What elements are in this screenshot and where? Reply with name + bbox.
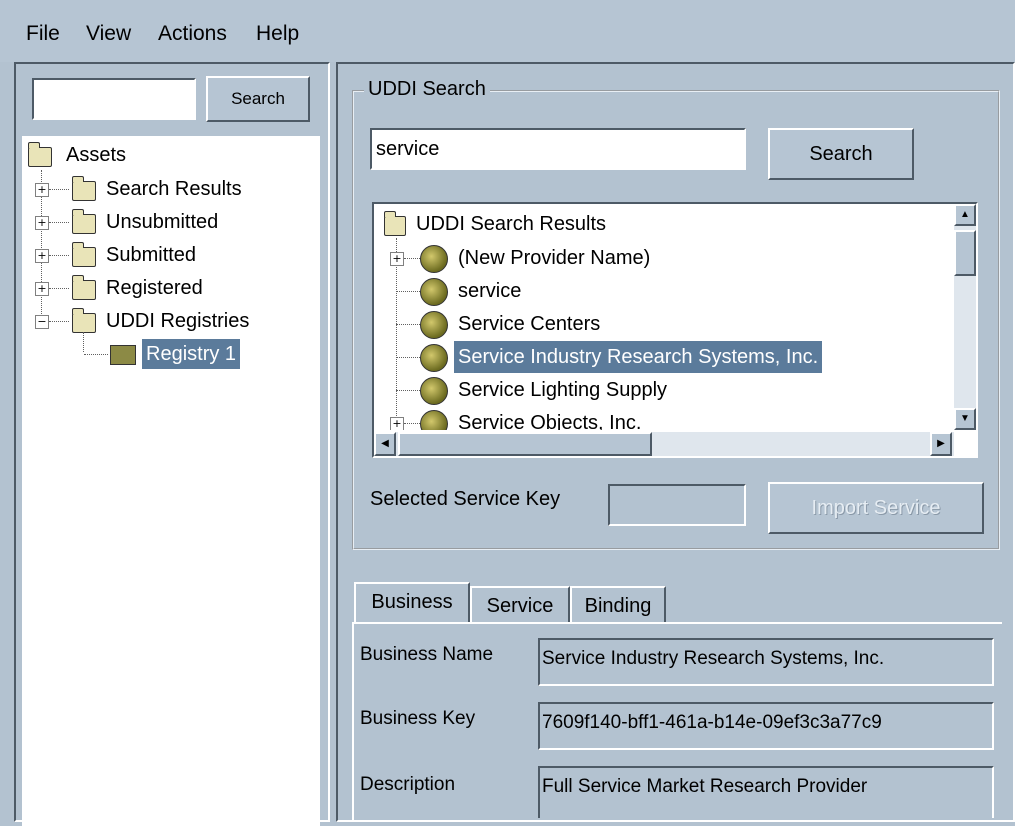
tree-node-registry-1[interactable]: Registry 1 <box>22 339 312 369</box>
result-label: (New Provider Name) <box>458 247 651 269</box>
business-globe-icon <box>420 410 448 430</box>
folder-open-icon <box>72 308 96 333</box>
folder-icon <box>72 275 96 300</box>
tree-label: Search Results <box>106 178 242 200</box>
tree-node-registered[interactable]: + Registered <box>22 273 312 303</box>
search-folder-icon <box>72 176 96 201</box>
vertical-scrollbar[interactable]: ▲ ▼ <box>954 204 976 430</box>
folder-open-icon <box>384 211 406 236</box>
description-field[interactable]: Full Service Market Research Provider <box>538 766 994 818</box>
result-item[interactable]: service <box>374 275 944 307</box>
result-item[interactable]: + (New Provider Name) <box>374 242 944 274</box>
uddi-results-tree: UDDI Search Results + (New Provider Name… <box>372 202 978 458</box>
import-service-button[interactable]: Import Service <box>768 482 984 534</box>
tree-label: Submitted <box>106 244 197 266</box>
result-label: service <box>458 280 522 302</box>
tree-connector <box>396 324 420 326</box>
asset-tree: Assets + Search Results + Unsubmitted + … <box>22 136 320 826</box>
tree-node-submitted[interactable]: + Submitted <box>22 240 312 270</box>
scroll-up-arrow-icon[interactable]: ▲ <box>954 204 976 226</box>
business-globe-icon <box>420 311 448 339</box>
tab-service[interactable]: Service <box>470 586 570 624</box>
result-label: Service Industry Research Systems, Inc. <box>454 341 823 373</box>
description-label: Description <box>360 774 456 795</box>
tree-connector <box>404 423 420 425</box>
business-name-field[interactable]: Service Industry Research Systems, Inc. <box>538 638 994 686</box>
result-item[interactable]: Service Lighting Supply <box>374 374 944 406</box>
result-label: Service Objects, Inc. <box>458 412 642 430</box>
asset-search-input[interactable] <box>32 78 196 120</box>
tree-connector <box>49 255 69 257</box>
scroll-left-arrow-icon[interactable]: ◀ <box>374 432 396 456</box>
tree-connector <box>49 288 69 290</box>
uddi-search-button[interactable]: Search <box>768 128 914 180</box>
expand-icon[interactable]: + <box>390 252 404 266</box>
registry-icon <box>110 345 136 365</box>
tree-connector <box>396 390 420 392</box>
result-label: Service Centers <box>458 313 601 335</box>
business-key-field[interactable]: 7609f140-bff1-461a-b14e-09ef3c3a77c9 <box>538 702 994 750</box>
business-name-label: Business Name <box>360 644 494 665</box>
vertical-scroll-thumb[interactable] <box>954 230 976 276</box>
tree-connector <box>396 357 420 359</box>
business-globe-icon <box>420 245 448 273</box>
result-item-selected[interactable]: Service Industry Research Systems, Inc. <box>374 341 944 373</box>
horizontal-scroll-thumb[interactable] <box>398 432 652 456</box>
scroll-right-arrow-icon[interactable]: ▶ <box>930 432 952 456</box>
tree-label: Assets <box>66 144 127 166</box>
tree-connector <box>49 321 69 323</box>
business-globe-icon <box>420 278 448 306</box>
result-label: Service Lighting Supply <box>458 379 668 401</box>
result-item[interactable]: + Service Objects, Inc. <box>374 407 944 430</box>
selected-service-key-label: Selected Service Key <box>370 488 561 510</box>
expand-icon[interactable]: + <box>35 282 49 296</box>
tab-binding[interactable]: Binding <box>570 586 666 624</box>
folder-icon <box>72 209 96 234</box>
tree-connector <box>396 291 420 293</box>
uddi-search-title: UDDI Search <box>364 78 490 101</box>
uddi-search-input[interactable]: service <box>370 128 746 170</box>
tree-connector <box>84 354 108 356</box>
menu-help[interactable]: Help <box>256 22 299 46</box>
tree-label: UDDI Registries <box>106 310 250 332</box>
menu-view[interactable]: View <box>86 22 131 46</box>
results-root-label: UDDI Search Results <box>416 213 607 235</box>
uddi-results-viewport: UDDI Search Results + (New Provider Name… <box>374 204 952 430</box>
tree-label: Registry 1 <box>142 339 241 369</box>
horizontal-scrollbar[interactable]: ◀ ▶ <box>374 432 954 456</box>
menu-file[interactable]: File <box>26 22 60 46</box>
expand-icon[interactable]: + <box>390 417 404 430</box>
selected-service-key-field[interactable] <box>608 484 746 526</box>
tab-business[interactable]: Business <box>354 582 470 624</box>
expand-icon[interactable]: + <box>35 183 49 197</box>
menu-bar: File View Actions Help <box>0 0 1015 62</box>
tree-node-search-results[interactable]: + Search Results <box>22 174 312 204</box>
folder-open-icon <box>28 142 52 167</box>
tree-label: Registered <box>106 277 203 299</box>
asset-search-button[interactable]: Search <box>206 76 310 122</box>
tree-node-unsubmitted[interactable]: + Unsubmitted <box>22 207 312 237</box>
tree-connector <box>404 258 420 260</box>
menu-actions[interactable]: Actions <box>158 22 227 46</box>
tree-connector <box>49 189 69 191</box>
business-globe-icon <box>420 377 448 405</box>
tree-label: Unsubmitted <box>106 211 219 233</box>
expand-icon[interactable]: + <box>35 249 49 263</box>
business-globe-icon <box>420 344 448 372</box>
tree-node-uddi-registries[interactable]: − UDDI Registries <box>22 306 312 336</box>
collapse-icon[interactable]: − <box>35 315 49 329</box>
result-item[interactable]: Service Centers <box>374 308 944 340</box>
scroll-down-arrow-icon[interactable]: ▼ <box>954 408 976 430</box>
expand-icon[interactable]: + <box>35 216 49 230</box>
business-key-label: Business Key <box>360 708 476 729</box>
folder-icon <box>72 242 96 267</box>
tree-connector <box>49 222 69 224</box>
